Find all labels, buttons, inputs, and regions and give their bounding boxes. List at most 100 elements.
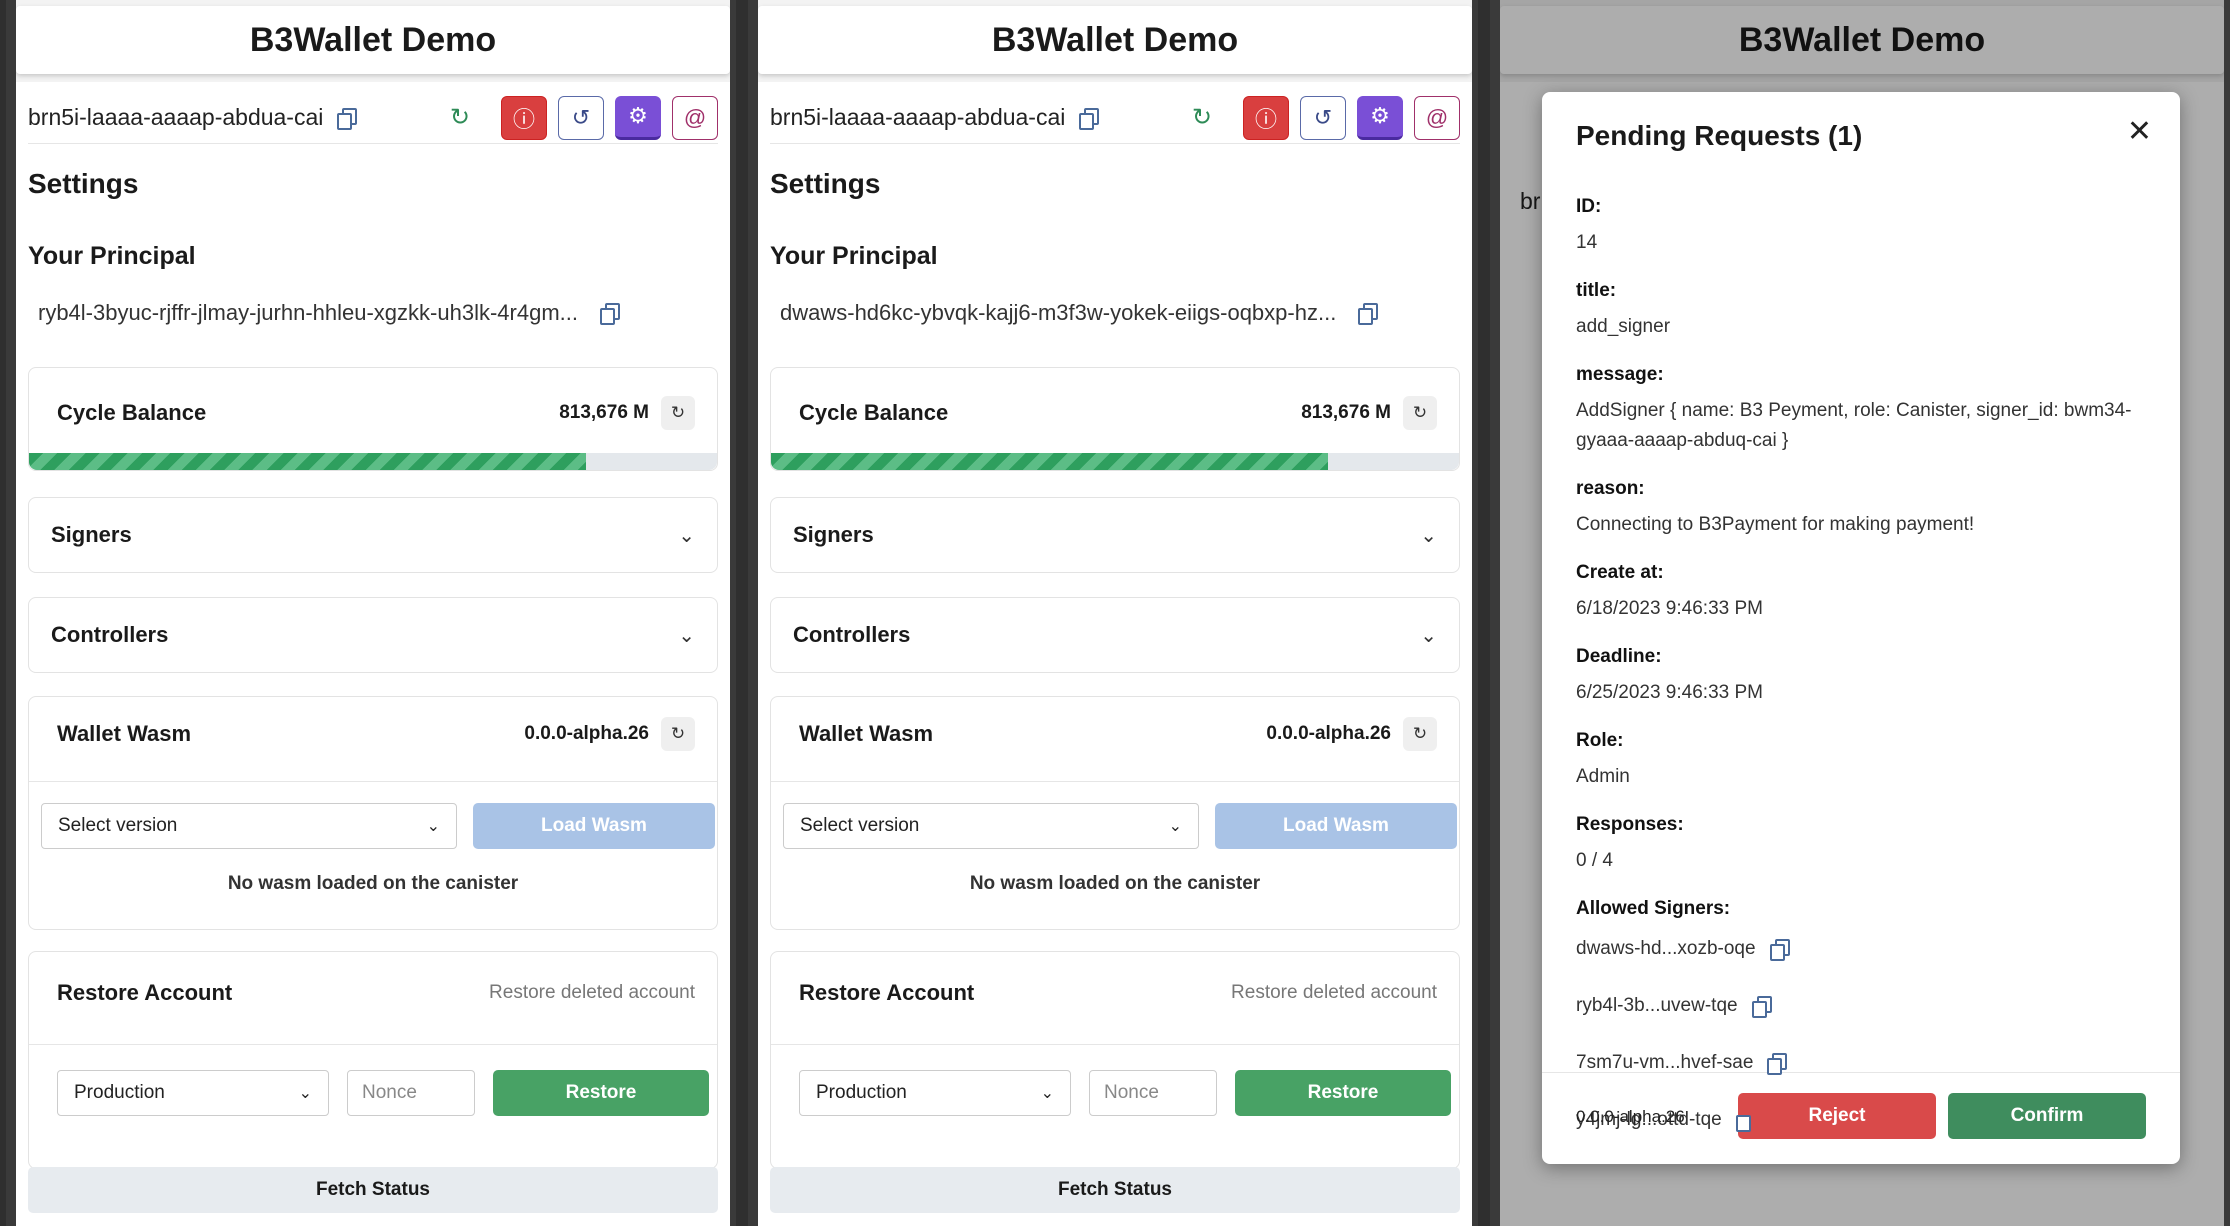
- settings-button[interactable]: ⚙: [615, 95, 661, 140]
- address-button[interactable]: @: [1414, 95, 1460, 140]
- nonce-input[interactable]: Nonce: [347, 1070, 475, 1116]
- version-select[interactable]: Select version ⌄: [41, 803, 457, 849]
- settings-content: brn5i-laaaa-aaaap-abdua-cai ↻ ⓘ ↺ ⚙ @ Se…: [758, 82, 1472, 1226]
- top-bar: brn5i-laaaa-aaaap-abdua-cai ↻ ⓘ ↺ ⚙ @: [770, 95, 1460, 144]
- canister-id: brn5i-laaaa-aaaap-abdua-cai: [770, 104, 1066, 130]
- wasm-version: 0.0.0-alpha.26: [1266, 723, 1391, 744]
- fetch-status-button[interactable]: Fetch Status: [28, 1167, 718, 1213]
- field-value: 6/18/2023 9:46:33 PM: [1576, 598, 1763, 619]
- signers-accordion[interactable]: Signers ⌄: [770, 497, 1460, 573]
- restore-button[interactable]: Restore: [1235, 1070, 1451, 1116]
- copy-icon[interactable]: [1769, 938, 1790, 961]
- page-title: Settings: [28, 168, 139, 199]
- gear-icon: ⚙: [628, 103, 648, 128]
- field-label: Create at:: [1576, 562, 1664, 583]
- principal-row: dwaws-hd6kc-ybvqk-kajj6-m3f3w-yokek-eiig…: [780, 300, 1379, 326]
- app-title: B3Wallet Demo: [991, 20, 1239, 59]
- refresh-icon[interactable]: ↻: [1192, 103, 1212, 132]
- wallet-panel-1: B3Wallet Demo brn5i-laaaa-aaaap-abdua-ca…: [6, 0, 736, 1226]
- refresh-cycles-button[interactable]: ↻: [661, 396, 695, 430]
- field-deadline: Deadline: 6/25/2023 9:46:33 PM: [1576, 646, 2140, 708]
- wallet-wasm-card: Wallet Wasm 0.0.0-alpha.26 ↻ Select vers…: [28, 696, 718, 930]
- field-responses: Responses: 0 / 4: [1576, 814, 2140, 876]
- version-select[interactable]: Select version ⌄: [783, 803, 1199, 849]
- reject-button[interactable]: Reject: [1738, 1093, 1936, 1139]
- refresh-icon: ↻: [670, 724, 686, 743]
- refresh-icon[interactable]: ↻: [450, 103, 470, 132]
- fetch-status-button[interactable]: Fetch Status: [770, 1167, 1460, 1213]
- refresh-cycles-button[interactable]: ↻: [1403, 396, 1437, 430]
- restore-hint: Restore deleted account: [1231, 982, 1437, 1003]
- modal-title: Pending Requests (1): [1576, 120, 1863, 151]
- field-label: message:: [1576, 364, 1664, 385]
- cycle-balance-value: 813,676 M: [1301, 402, 1391, 423]
- principal-id: dwaws-hd6kc-ybvqk-kajj6-m3f3w-yokek-eiig…: [780, 300, 1337, 325]
- copy-icon[interactable]: [1358, 303, 1379, 325]
- top-bar: brn5i-laaaa-aaaap-abdua-cai ↻ ⓘ ↺ ⚙ @: [28, 95, 718, 144]
- environment-select[interactable]: Production ⌄: [799, 1070, 1071, 1116]
- wallet-wasm-card: Wallet Wasm 0.0.0-alpha.26 ↻ Select vers…: [770, 696, 1460, 930]
- refresh-icon: ↻: [1412, 403, 1428, 422]
- field-value: add_signer: [1576, 316, 1671, 337]
- divider: [771, 1044, 1459, 1045]
- refresh-wasm-button[interactable]: ↻: [1403, 717, 1437, 751]
- at-icon: @: [683, 104, 707, 130]
- field-id: ID: 14: [1576, 196, 2140, 258]
- copy-icon[interactable]: [599, 303, 620, 325]
- chevron-down-icon: ⌄: [1420, 524, 1437, 547]
- signer-item: ryb4l-3b...uvew-tqe: [1576, 977, 2140, 1034]
- wallet-wasm-label: Wallet Wasm: [57, 721, 192, 746]
- copy-icon[interactable]: [1767, 1052, 1788, 1075]
- pending-requests-modal: Pending Requests (1) ✕ ID: 14 title: add_s…: [1542, 92, 2180, 1164]
- copy-icon[interactable]: [1079, 107, 1100, 130]
- app-header: B3Wallet Demo: [16, 6, 730, 74]
- wasm-version: 0.0.0-alpha.26: [524, 723, 649, 744]
- history-icon: ↺: [571, 104, 591, 130]
- divider: [29, 781, 717, 782]
- info-button[interactable]: ⓘ: [501, 95, 547, 140]
- app-title: B3Wallet Demo: [249, 20, 497, 59]
- signers-accordion[interactable]: Signers ⌄: [28, 497, 718, 573]
- field-title: title: add_signer: [1576, 280, 2140, 342]
- no-wasm-message: No wasm loaded on the canister: [969, 873, 1261, 894]
- signer-id: dwaws-hd...xozb-oqe: [1576, 937, 1756, 959]
- nonce-input[interactable]: Nonce: [1089, 1070, 1217, 1116]
- field-label: reason:: [1576, 478, 1645, 499]
- refresh-wasm-button[interactable]: ↻: [661, 717, 695, 751]
- principal-heading: Your Principal: [770, 242, 938, 270]
- environment-value: Production: [816, 1082, 907, 1103]
- canister-id: brn5i-laaaa-aaaap-abdua-cai: [28, 104, 324, 130]
- close-icon[interactable]: ✕: [2127, 114, 2152, 149]
- settings-button[interactable]: ⚙: [1357, 95, 1403, 140]
- cycle-balance-card: Cycle Balance 813,676 M ↻: [28, 367, 718, 471]
- chevron-down-icon: ⌄: [1420, 624, 1437, 647]
- load-wasm-button[interactable]: Load Wasm: [1215, 803, 1457, 849]
- controllers-accordion[interactable]: Controllers ⌄: [28, 597, 718, 673]
- controllers-accordion[interactable]: Controllers ⌄: [770, 597, 1460, 673]
- modal-footer: 0.0.0-alpha.26 Reject Confirm: [1542, 1072, 2180, 1164]
- history-button[interactable]: ↺: [558, 95, 604, 140]
- copy-icon[interactable]: [337, 107, 358, 130]
- field-label: Role:: [1576, 730, 1624, 751]
- restore-account-card: Restore Account Restore deleted account …: [770, 951, 1460, 1169]
- info-button[interactable]: ⓘ: [1243, 95, 1289, 140]
- cycle-progress-bar: [771, 453, 1459, 470]
- info-icon: ⓘ: [512, 106, 535, 132]
- signers-label: Signers: [51, 522, 132, 547]
- request-details: ID: 14 title: add_signer message: AddSigner…: [1576, 196, 2140, 1170]
- field-label: Allowed Signers:: [1576, 898, 1731, 919]
- controllers-label: Controllers: [51, 622, 169, 647]
- load-wasm-button[interactable]: Load Wasm: [473, 803, 715, 849]
- restore-button[interactable]: Restore: [493, 1070, 709, 1116]
- copy-icon[interactable]: [1751, 995, 1772, 1018]
- address-button[interactable]: @: [672, 95, 718, 140]
- principal-id: ryb4l-3byuc-rjffr-jlmay-jurhn-hhleu-xgzk…: [38, 300, 578, 325]
- environment-select[interactable]: Production ⌄: [57, 1070, 329, 1116]
- cycle-progress-bar: [29, 453, 717, 470]
- principal-row: ryb4l-3byuc-rjffr-jlmay-jurhn-hhleu-xgzk…: [38, 300, 620, 326]
- controllers-label: Controllers: [793, 622, 911, 647]
- history-button[interactable]: ↺: [1300, 95, 1346, 140]
- confirm-button[interactable]: Confirm: [1948, 1093, 2146, 1139]
- chevron-down-icon: ⌄: [426, 818, 440, 835]
- refresh-icon: ↻: [1412, 724, 1428, 743]
